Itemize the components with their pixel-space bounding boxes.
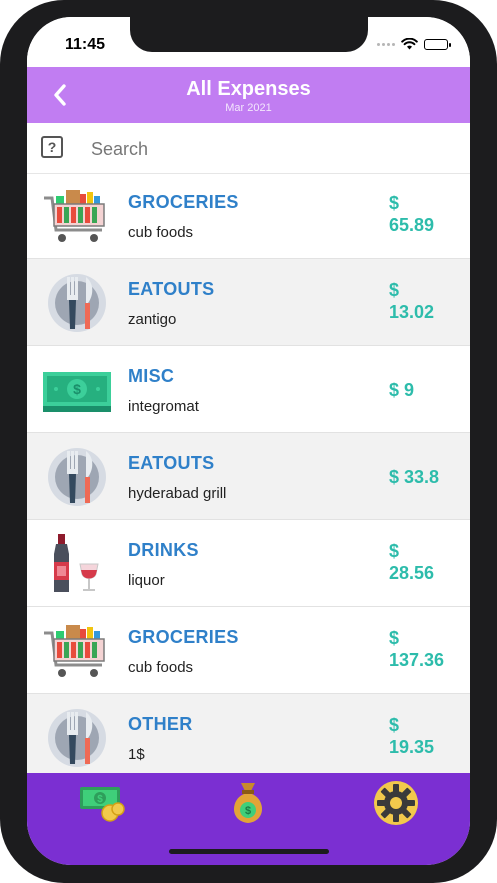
- plate-cutlery-icon: [48, 448, 106, 506]
- search-input[interactable]: [89, 135, 453, 163]
- wine-bottle-icon: [54, 534, 99, 592]
- expense-description: zantigo: [128, 311, 177, 328]
- expense-amount: $ 33.8: [389, 467, 440, 487]
- expense-amount: $ 19.35: [389, 715, 435, 757]
- settings-gear-icon: [374, 781, 418, 825]
- shopping-cart-icon: [44, 190, 105, 242]
- money-bag-icon: $: [233, 783, 263, 823]
- category-label: MISC: [128, 366, 175, 386]
- expense-description: integromat: [128, 398, 199, 415]
- category-label: GROCERIES: [128, 192, 239, 212]
- shopping-cart-icon: [44, 625, 105, 677]
- search-bar: ?: [27, 123, 470, 174]
- category-label: OTHER: [128, 714, 193, 734]
- category-label: GROCERIES: [128, 627, 239, 647]
- expense-amount: $ 9: [389, 380, 415, 400]
- plate-cutlery-icon: [48, 274, 106, 332]
- expense-row[interactable]: DRINKS liquor $ 28.56: [27, 520, 470, 607]
- svg-text:$: $: [97, 794, 103, 805]
- expense-row[interactable]: $ MISC integromat $ 9: [27, 346, 470, 433]
- device-notch: [130, 17, 368, 52]
- home-indicator[interactable]: [169, 849, 329, 854]
- expense-row[interactable]: GROCERIES cub foods $ 137.36: [27, 607, 470, 694]
- plate-cutlery-icon: [48, 709, 106, 767]
- expense-amount: $ 13.02: [389, 280, 435, 322]
- expense-list: GROCERIES cub foods $ 65.89 EATOUTS zant…: [27, 172, 470, 781]
- status-indicators: [377, 38, 451, 50]
- status-time: 11:45: [65, 36, 106, 53]
- expense-amount: $ 137.36: [389, 628, 445, 670]
- battery-icon: [424, 38, 451, 50]
- expense-description: liquor: [128, 572, 165, 589]
- page-title: All Expenses: [186, 78, 311, 100]
- money-coins-icon: $: [80, 787, 125, 822]
- expense-description: 1$: [128, 746, 145, 763]
- expense-description: cub foods: [128, 659, 194, 676]
- expense-row[interactable]: GROCERIES cub foods $ 65.89: [27, 172, 470, 259]
- expense-amount: $ 28.56: [389, 541, 435, 583]
- app-screen: 11:45 All Expenses Mar 2021 ? Search GRO…: [27, 17, 470, 865]
- phone-frame: 11:45 All Expenses Mar 2021 ? Search GRO…: [0, 0, 497, 883]
- svg-text:$: $: [73, 381, 81, 397]
- tab-expenses[interactable]: $: [77, 781, 127, 825]
- tab-budget[interactable]: $: [223, 781, 273, 825]
- expense-amount: $ 65.89: [389, 193, 435, 235]
- category-label: DRINKS: [128, 540, 199, 560]
- svg-text:$: $: [245, 805, 251, 817]
- expense-description: cub foods: [128, 224, 194, 241]
- tab-settings[interactable]: [371, 781, 421, 825]
- category-label: EATOUTS: [128, 279, 215, 299]
- expense-row[interactable]: OTHER 1$ $ 19.35: [27, 694, 470, 781]
- banknote-icon: $: [43, 372, 111, 412]
- help-icon[interactable]: ?: [41, 136, 63, 158]
- expense-row[interactable]: EATOUTS hyderabad grill $ 33.8: [27, 433, 470, 520]
- page-subtitle: Mar 2021: [225, 102, 272, 114]
- signal-icon: [377, 42, 395, 46]
- header-bar: All Expenses Mar 2021: [27, 67, 470, 123]
- wifi-icon: [401, 38, 418, 50]
- expense-description: hyderabad grill: [128, 485, 227, 502]
- expense-row[interactable]: EATOUTS zantigo $ 13.02: [27, 259, 470, 346]
- category-label: EATOUTS: [128, 453, 215, 473]
